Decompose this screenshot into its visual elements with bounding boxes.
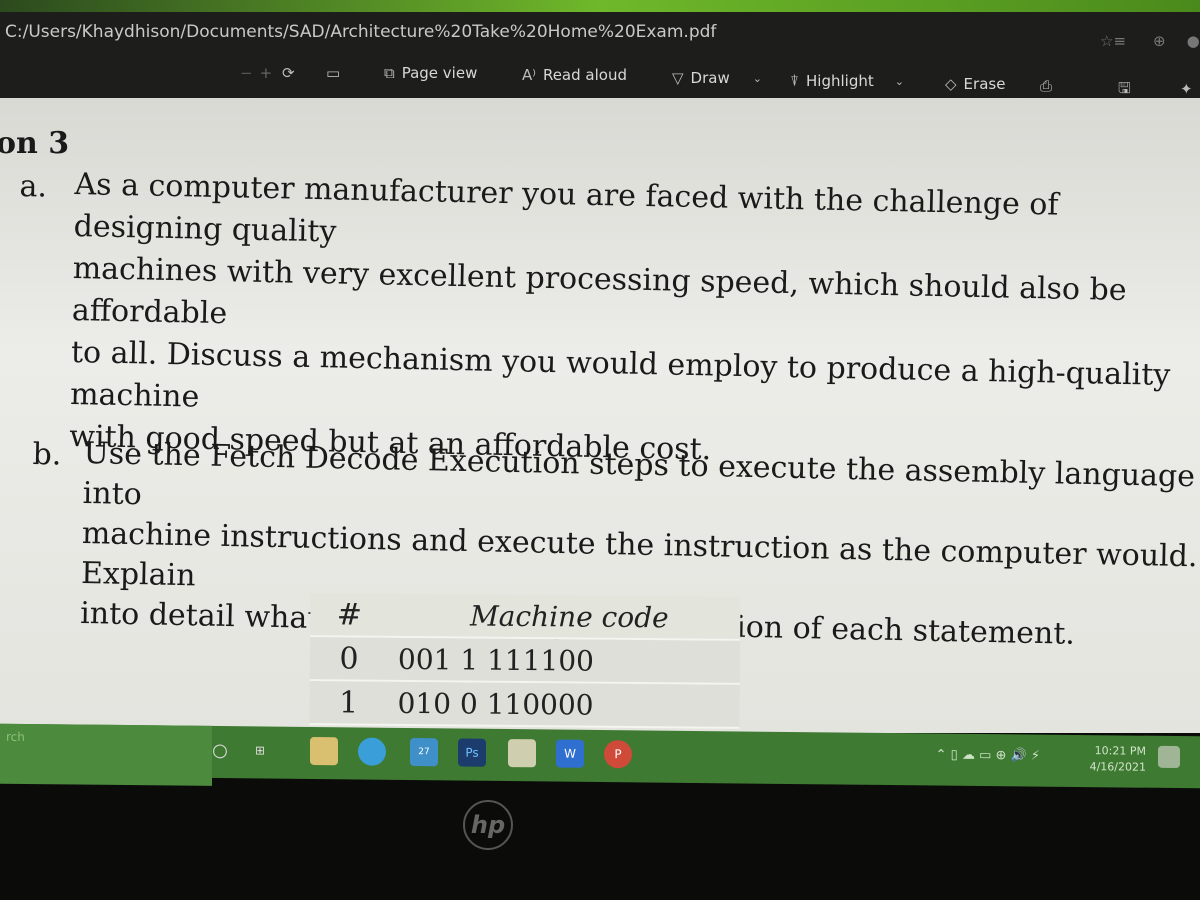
- read-aloud-label: Read aloud: [542, 66, 627, 84]
- table-row: 1 010 0 110000: [309, 681, 740, 729]
- edge-icon[interactable]: [358, 737, 386, 766]
- system-tray-icons[interactable]: ⌃ ▯ ☁ ▭ ⊕ 🔊 ⚡: [936, 748, 1040, 765]
- question-a: As a computer manufacturer you are faced…: [69, 164, 1200, 481]
- header-machine-code: Machine code: [469, 599, 669, 634]
- mail-icon[interactable]: 27: [410, 738, 438, 767]
- machine-code-table: # Machine code 0 001 1 111100 1 010 0 11000…: [309, 593, 741, 729]
- favorites-icon[interactable]: ☆≡: [1100, 32, 1126, 50]
- highlight-label: Highlight: [806, 72, 874, 90]
- chevron-down-icon[interactable]: ⌄: [753, 72, 762, 85]
- date: 4/16/2021: [1089, 760, 1146, 774]
- erase-label: Erase: [963, 75, 1006, 93]
- file-explorer-icon[interactable]: [310, 736, 338, 766]
- section-heading: on 3: [0, 126, 70, 161]
- hp-logo: hp: [463, 800, 513, 850]
- rotate-icon[interactable]: ⟳: [282, 64, 295, 82]
- taskbar: rch ○ ⊞ 27 Ps W P ⌃ ▯ ☁ ▭ ⊕ 🔊 ⚡ 10:21 PM…: [0, 723, 1200, 789]
- task-view-icon[interactable]: ⊞: [246, 736, 274, 764]
- erase-button[interactable]: ◇ Erase: [945, 75, 1005, 93]
- pin-icon[interactable]: ✦: [1180, 80, 1193, 98]
- page-view-icon: ⧉: [384, 64, 395, 82]
- draw-button[interactable]: ▽ Draw ⌄: [672, 69, 762, 87]
- store-icon[interactable]: [508, 739, 536, 768]
- pdf-page: on 3 a. As a computer manufacturer you a…: [0, 98, 1200, 733]
- address-bar[interactable]: C:/Users/Khaydhison/Documents/SAD/Archit…: [5, 22, 716, 42]
- question-b-marker: b.: [32, 436, 62, 473]
- highlight-button[interactable]: ⍒ Highlight ⌄: [790, 72, 904, 90]
- fit-page-icon[interactable]: ▭: [326, 64, 340, 82]
- clock[interactable]: 10:21 PM 4/16/2021: [1090, 743, 1146, 776]
- read-aloud-icon: A⁾: [522, 66, 536, 84]
- question-a-marker: a.: [19, 168, 48, 205]
- cell-machine-code: 010 0 110000: [397, 686, 594, 722]
- table-header: # Machine code: [310, 593, 741, 641]
- draw-label: Draw: [690, 69, 730, 87]
- chevron-down-icon[interactable]: ⌄: [895, 75, 904, 88]
- table-row: 0 001 1 111100: [309, 637, 741, 685]
- cell-index: 1: [338, 684, 359, 721]
- collections-icon[interactable]: ⊕: [1153, 32, 1166, 50]
- search-box[interactable]: rch: [0, 723, 212, 786]
- mail-badge: 27: [418, 747, 430, 758]
- zoom-in-button[interactable]: +: [260, 64, 273, 82]
- time: 10:21 PM: [1094, 744, 1146, 758]
- eraser-icon: ◇: [945, 75, 957, 93]
- cell-machine-code: 001 1 111100: [397, 642, 595, 678]
- zoom-controls: − +: [240, 64, 272, 82]
- notifications-icon[interactable]: [1158, 745, 1180, 769]
- powerpoint-icon[interactable]: P: [604, 740, 632, 769]
- page-view-label: Page view: [401, 64, 478, 82]
- draw-icon: ▽: [672, 69, 684, 87]
- page-view-button[interactable]: ⧉ Page view: [384, 64, 477, 82]
- cortana-icon[interactable]: ○: [206, 736, 234, 764]
- highlight-icon: ⍒: [790, 72, 800, 90]
- browser-toolbar: C:/Users/Khaydhison/Documents/SAD/Archit…: [0, 12, 1200, 98]
- read-aloud-button[interactable]: A⁾ Read aloud: [522, 66, 627, 84]
- profile-icon[interactable]: ●: [1187, 32, 1200, 50]
- word-icon[interactable]: W: [556, 739, 584, 768]
- zoom-out-button[interactable]: −: [240, 64, 253, 82]
- header-index: #: [336, 596, 363, 633]
- print-icon[interactable]: ⎙: [1040, 77, 1052, 95]
- cell-index: 0: [339, 640, 359, 677]
- photoshop-icon[interactable]: Ps: [458, 738, 486, 767]
